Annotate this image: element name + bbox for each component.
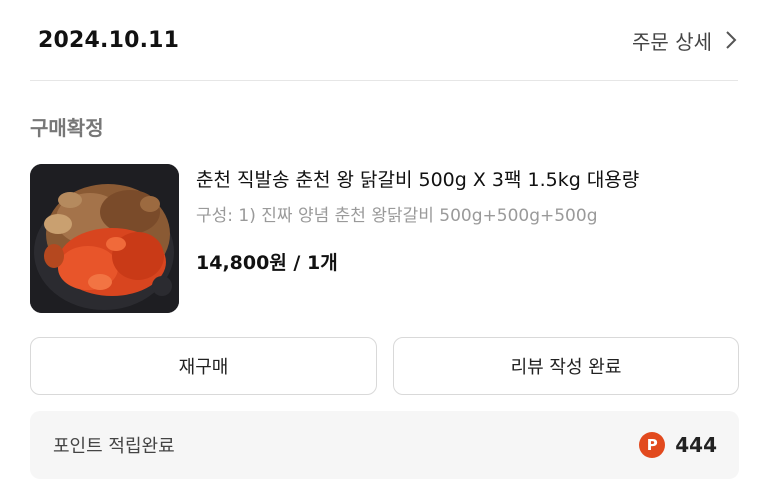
points-value: 444 <box>675 433 717 457</box>
points-summary: 포인트 적립완료 P 444 <box>30 411 739 479</box>
food-photo-icon <box>30 164 179 313</box>
product-item: 춘천 직발송 춘천 왕 닭갈비 500g X 3팩 1.5kg 대용량 구성: … <box>30 164 740 314</box>
product-price: 14,800원 / 1개 <box>196 252 338 274</box>
order-date: 2024.10.11 <box>38 27 180 53</box>
point-icon: P <box>639 432 666 458</box>
order-status: 구매확정 <box>30 116 104 140</box>
product-info: 춘천 직발송 춘천 왕 닭갈비 500g X 3팩 1.5kg 대용량 구성: … <box>196 164 740 275</box>
product-thumbnail[interactable] <box>30 164 179 313</box>
points-label: 포인트 적립완료 <box>53 436 175 457</box>
order-header: 2024.10.11 주문 상세 <box>38 22 738 58</box>
order-detail-label: 주문 상세 <box>632 29 712 54</box>
chevron-right-icon <box>726 31 737 49</box>
review-complete-button[interactable]: 리뷰 작성 완료 <box>393 337 739 395</box>
product-option: 구성: 1) 진짜 양념 춘천 왕닭갈비 500g+500g+500g <box>196 206 598 226</box>
rebuy-button[interactable]: 재구매 <box>30 337 377 395</box>
divider <box>30 80 738 81</box>
points-amount: P 444 <box>639 432 717 458</box>
product-name[interactable]: 춘천 직발송 춘천 왕 닭갈비 500g X 3팩 1.5kg 대용량 <box>196 164 740 196</box>
order-detail-link[interactable]: 주문 상세 <box>632 26 738 55</box>
